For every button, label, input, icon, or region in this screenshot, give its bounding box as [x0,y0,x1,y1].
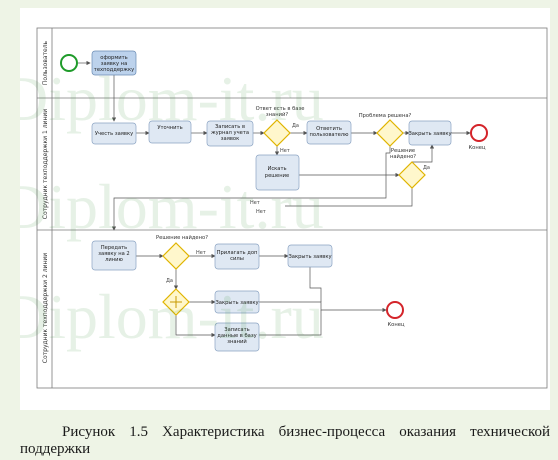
gateway-solution-found-1 [398,161,426,189]
watermark-line1: Diplom-it.ru [20,63,324,134]
task-forward-line2-line3: линию [105,257,123,263]
diagram-frame: Пользователь Сотрудник техподдержки 1 ли… [20,8,550,410]
flow-label-no-1: Нет [280,148,290,154]
gateway-problem-solved-label: Проблема решена? [359,113,412,119]
end-event-1-label: Конец [469,145,486,151]
flow-label-no-4: Нет [196,250,206,256]
gateway-solution-found-2 [162,242,190,270]
end-event-2 [386,301,404,319]
flow-label-yes-2: Да [423,165,430,171]
gateway-solution-found-1-line2: найдено? [390,153,416,160]
watermark-line2: Diplom-it.ru [20,171,324,242]
gateway-problem-solved [376,119,404,147]
task-record-journal-line3: заявок [221,136,239,142]
task-close-request-2-label: Закрыть заявку [288,254,331,260]
watermark: Diplom-it.ru Diplom-it.ru Diplom-it.ru [20,63,324,352]
figure-caption: Рисунок 1.5 Характеристика бизнес-процес… [20,424,550,457]
end-event-1 [470,124,488,142]
watermark-line3: Diplom-it.ru [20,281,324,352]
task-resolve-own-line2: силы [230,256,244,262]
bpmn-diagram: Пользователь Сотрудник техподдержки 1 ли… [20,27,548,389]
task-close-request-1-label: Закрыть заявку [408,131,451,137]
end-event-2-label: Конец [388,322,405,328]
